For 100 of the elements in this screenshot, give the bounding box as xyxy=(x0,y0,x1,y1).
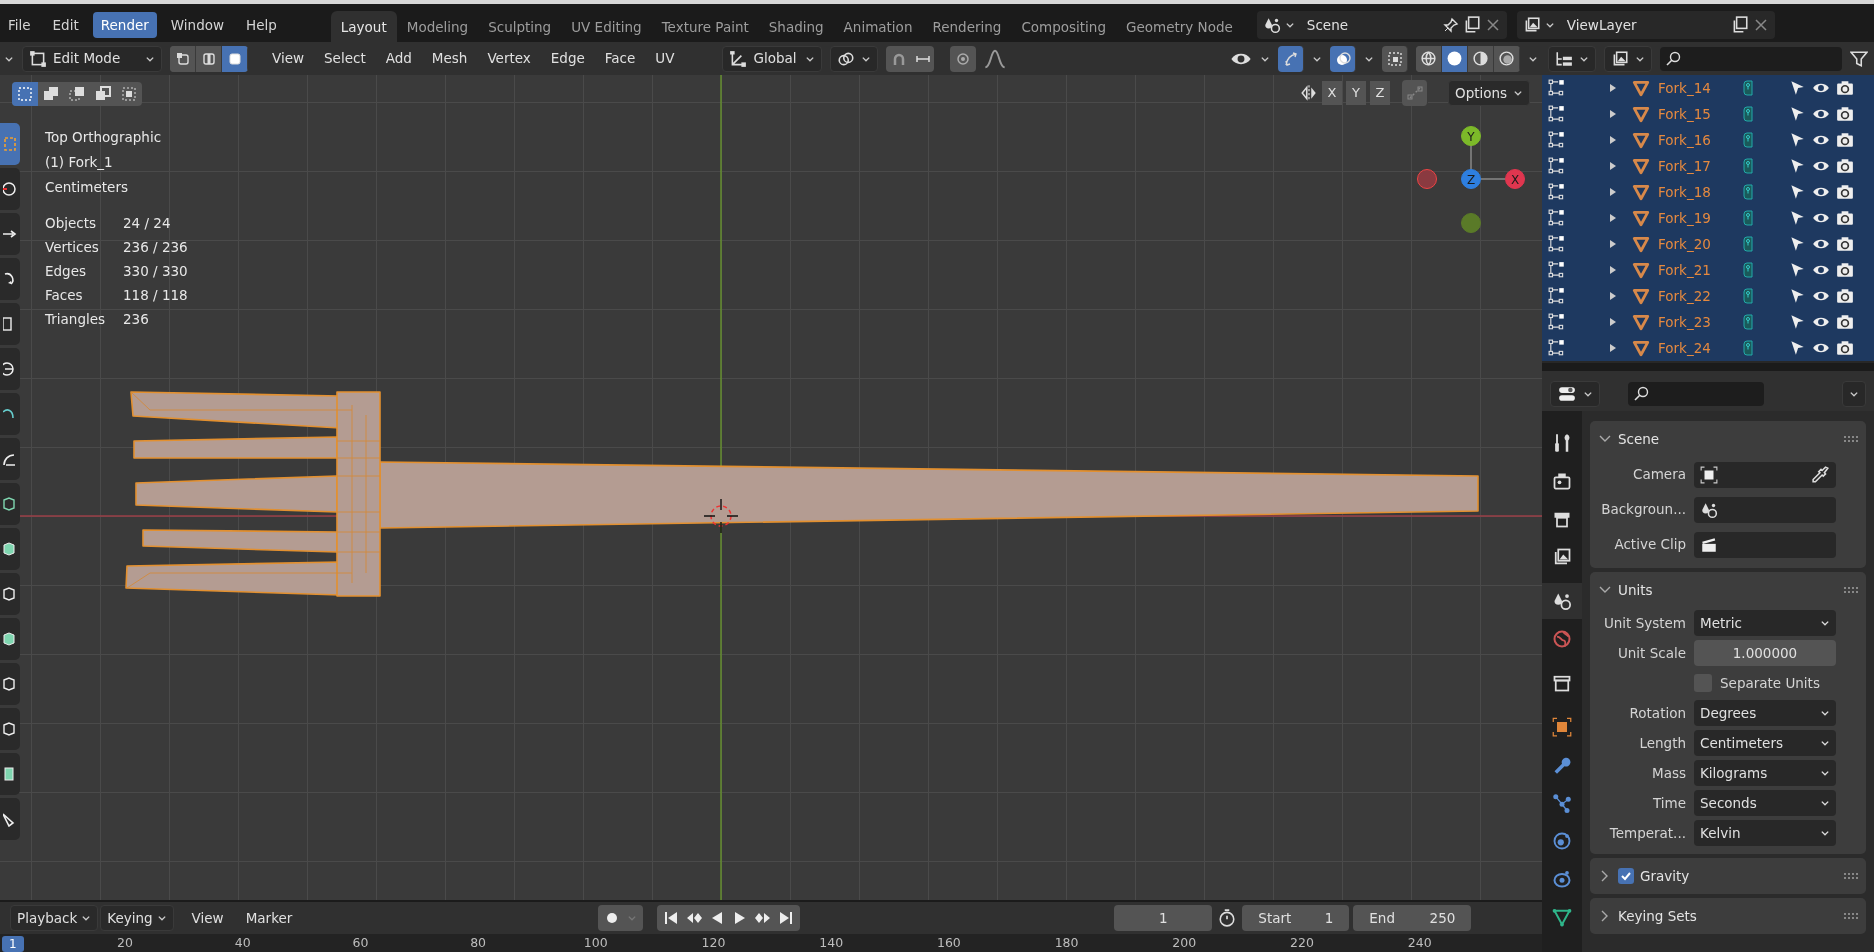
menu-item[interactable]: Edit xyxy=(44,11,87,39)
panel-header[interactable]: Gravity xyxy=(1590,858,1866,894)
selection-mode-button[interactable] xyxy=(12,82,38,106)
toolbar-tool[interactable] xyxy=(0,753,20,795)
expand-arrow-icon[interactable] xyxy=(1608,109,1618,119)
camera-icon[interactable] xyxy=(1836,79,1854,97)
axis-toggle[interactable]: Y xyxy=(1346,81,1366,105)
properties-search-field[interactable] xyxy=(1628,382,1764,406)
caret-icon[interactable] xyxy=(1820,618,1830,628)
drag-handle-icon[interactable] xyxy=(1844,873,1858,879)
pin-icon[interactable] xyxy=(1442,17,1459,33)
filter-dropdown[interactable] xyxy=(1604,45,1652,72)
xray-toggle[interactable] xyxy=(1382,45,1408,72)
expand-arrow-icon[interactable] xyxy=(1608,135,1618,145)
auto-merge-toggle[interactable] xyxy=(1402,80,1428,106)
drag-handle-icon[interactable] xyxy=(1844,587,1858,593)
toolbar-tool[interactable] xyxy=(0,438,20,480)
menu-item[interactable]: Window xyxy=(162,11,233,39)
toolbar-tool[interactable] xyxy=(0,528,20,570)
outliner-row[interactable]: Fork_22 xyxy=(1542,283,1874,309)
outliner-row[interactable]: Fork_19 xyxy=(1542,205,1874,231)
scene-icon[interactable] xyxy=(1262,16,1281,34)
caret-icon[interactable] xyxy=(1820,828,1830,838)
header-menu[interactable]: Mesh xyxy=(421,48,478,69)
skip-end-icon[interactable] xyxy=(778,910,795,926)
camera-icon[interactable] xyxy=(1836,287,1854,305)
toolbar-tool[interactable] xyxy=(0,213,20,255)
caret-icon[interactable] xyxy=(81,913,92,923)
pointer-icon[interactable] xyxy=(1788,235,1806,253)
axis-toggle[interactable]: Z xyxy=(1370,81,1390,105)
drag-handle-icon[interactable] xyxy=(1844,436,1858,442)
camera-icon[interactable] xyxy=(1836,157,1854,175)
toolbar-tool[interactable] xyxy=(0,798,20,840)
pointer-icon[interactable] xyxy=(1788,313,1806,331)
options-dropdown[interactable]: Options xyxy=(1448,80,1531,106)
checkbox[interactable] xyxy=(1618,868,1634,884)
caret-icon[interactable] xyxy=(1583,389,1593,399)
header-menu[interactable]: Add xyxy=(375,48,422,69)
camera-icon[interactable] xyxy=(1836,105,1854,123)
object-field[interactable] xyxy=(1694,461,1836,488)
face-select-icon[interactable] xyxy=(222,45,248,72)
workspace-tab[interactable]: Geometry Node xyxy=(1116,10,1243,46)
start-frame-field[interactable]: Start 1 xyxy=(1242,905,1350,931)
pointer-icon[interactable] xyxy=(1788,339,1806,357)
dropdown-field[interactable]: Centimeters xyxy=(1694,730,1836,756)
number-field[interactable]: 1.000000 xyxy=(1694,640,1836,666)
toolbar-tool[interactable] xyxy=(0,483,20,525)
previous-keyframe-icon[interactable] xyxy=(686,910,703,926)
workspace-tab[interactable]: UV Editing xyxy=(561,10,652,46)
overlay-toggle[interactable] xyxy=(1330,45,1356,72)
menu-item[interactable]: Render xyxy=(92,11,157,39)
mirror-icon[interactable] xyxy=(1300,84,1318,102)
outliner-row[interactable]: Fork_15 xyxy=(1542,101,1874,127)
workspace-tab[interactable]: Rendering xyxy=(922,10,1012,46)
skip-start-icon[interactable] xyxy=(663,910,680,926)
menu-item[interactable]: File xyxy=(0,11,39,39)
expand-arrow-icon[interactable] xyxy=(1608,213,1618,223)
expand-arrow-icon[interactable] xyxy=(1608,265,1618,275)
camera-icon[interactable] xyxy=(1836,209,1854,227)
outliner-row[interactable]: Fork_17 xyxy=(1542,153,1874,179)
toolbar-tool[interactable] xyxy=(0,258,20,300)
checkbox[interactable]: Separate Units xyxy=(1694,672,1820,694)
drag-handle-icon[interactable] xyxy=(1844,913,1858,919)
panel-header[interactable]: Keying Sets xyxy=(1590,898,1866,934)
properties-tab[interactable] xyxy=(1542,583,1582,619)
toolbar-tool[interactable] xyxy=(0,663,20,705)
dropdown-field[interactable]: Degrees xyxy=(1694,700,1836,726)
orientation-dropdown[interactable]: Global xyxy=(722,45,823,72)
current-frame-field[interactable]: 1 xyxy=(1114,905,1213,931)
header-menu[interactable]: Select xyxy=(314,48,376,69)
object-field[interactable] xyxy=(1694,531,1836,558)
outliner-row[interactable]: Fork_20 xyxy=(1542,231,1874,257)
caret-icon[interactable] xyxy=(1513,88,1524,98)
mode-dropdown[interactable]: Edit Mode xyxy=(22,45,162,72)
header-menu[interactable]: Edge xyxy=(540,48,595,69)
header-menu[interactable]: Vertex xyxy=(477,48,541,69)
gizmo-toggle[interactable] xyxy=(1278,45,1304,72)
vertex-select-icon[interactable] xyxy=(170,45,196,72)
current-frame-marker[interactable]: 1 xyxy=(2,936,24,952)
pointer-icon[interactable] xyxy=(1788,105,1806,123)
stopwatch-icon[interactable] xyxy=(1218,909,1237,927)
timeline-dropdown[interactable]: Playback xyxy=(10,904,99,932)
camera-icon[interactable] xyxy=(1836,261,1854,279)
caret-icon[interactable] xyxy=(1849,389,1859,399)
caret-icon[interactable] xyxy=(1284,20,1295,30)
pointer-icon[interactable] xyxy=(1788,183,1806,201)
workspace-tab[interactable]: Texture Paint xyxy=(651,10,759,46)
axis-toggle[interactable]: X xyxy=(1322,81,1342,105)
outliner-row[interactable]: Fork_16 xyxy=(1542,127,1874,153)
panel-header[interactable]: Scene xyxy=(1590,421,1866,457)
expand-arrow-icon[interactable] xyxy=(1608,187,1618,197)
workspace-tab[interactable]: Animation xyxy=(833,10,923,46)
caret-icon[interactable] xyxy=(1820,798,1830,808)
pointer-icon[interactable] xyxy=(1788,287,1806,305)
pointer-icon[interactable] xyxy=(1788,79,1806,97)
timeline-menu[interactable]: Marker xyxy=(239,905,299,931)
end-frame-field[interactable]: End 250 xyxy=(1353,905,1472,931)
outliner-row[interactable]: Fork_24 xyxy=(1542,335,1874,361)
timeline-menu[interactable]: View xyxy=(185,905,230,931)
dropdown-field[interactable]: Kilograms xyxy=(1694,760,1836,786)
